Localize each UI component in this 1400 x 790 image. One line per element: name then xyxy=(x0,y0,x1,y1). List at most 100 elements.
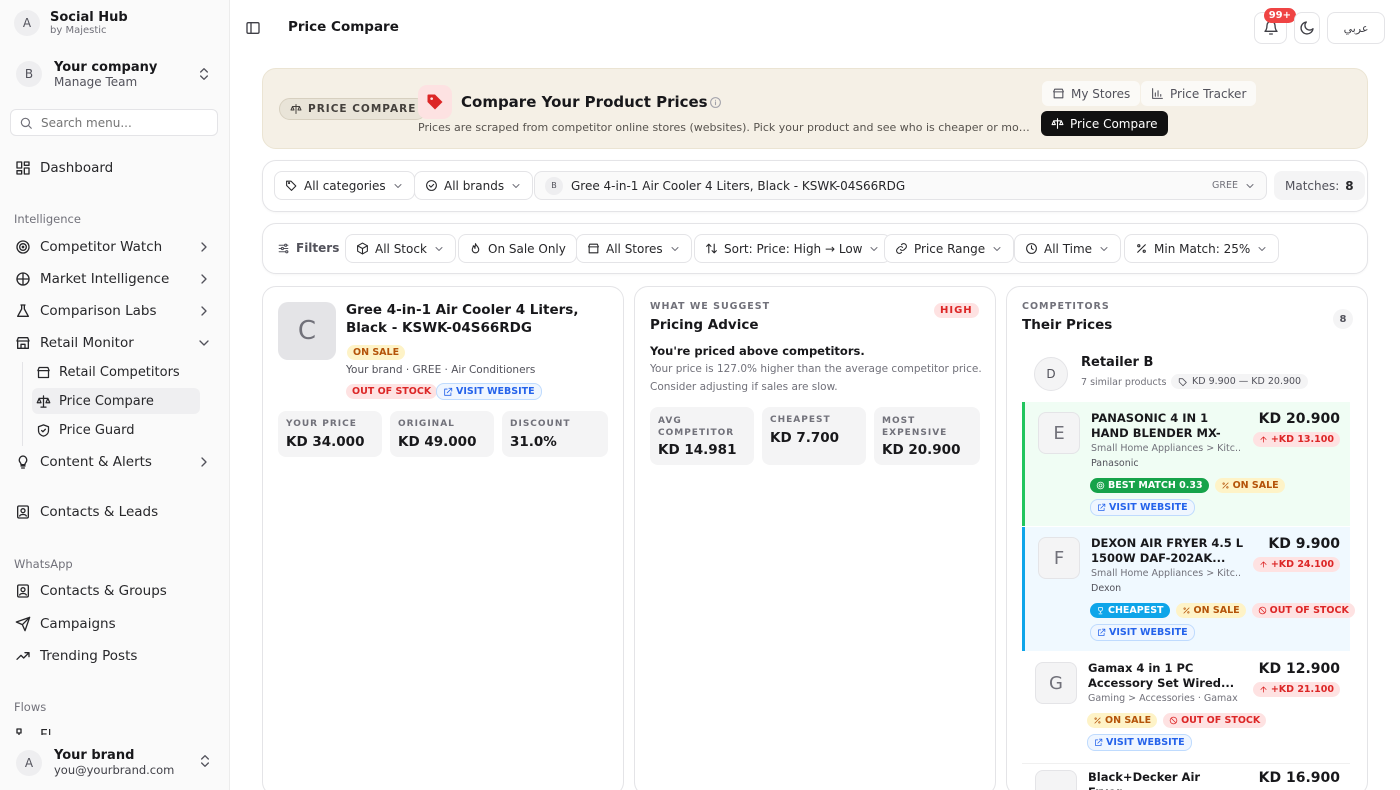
product-name: Gree 4-in-1 Air Cooler 4 Liters, Black -… xyxy=(346,302,579,336)
theme-toggle-button[interactable] xyxy=(1294,12,1320,44)
on-sale-toggle[interactable]: On Sale Only xyxy=(458,234,577,263)
category-select[interactable]: All categories xyxy=(274,171,415,200)
min-match-filter[interactable]: Min Match: 25% xyxy=(1124,234,1280,263)
matches-count: Matches: 8 xyxy=(1274,171,1365,200)
advice-text-1: Your price is 127.0% higher than the ave… xyxy=(650,363,982,375)
nav-market-intelligence[interactable]: Market Intelligence xyxy=(10,264,218,294)
product-avatar: B xyxy=(545,176,563,195)
visit-website-button[interactable]: VISIT WEBSITE xyxy=(436,383,542,400)
competitor-avatar: F xyxy=(1038,537,1080,579)
chevron-down-icon xyxy=(669,243,681,255)
nav-campaigns[interactable]: Campaigns xyxy=(10,609,218,639)
nav-label: Competitor Watch xyxy=(40,239,163,255)
nav-price-compare[interactable]: Price Compare xyxy=(32,388,200,414)
competitors-card: COMPETITORS Their Prices 8 D Retailer B … xyxy=(1006,286,1368,790)
retailer-avatar: D xyxy=(1034,357,1068,391)
chevrons-up-down-icon xyxy=(197,753,213,769)
filter-label: On Sale Only xyxy=(488,241,566,256)
send-icon xyxy=(15,616,31,632)
badge-label: ON SALE xyxy=(1193,605,1240,616)
on-sale-badge: ON SALE xyxy=(1214,478,1285,493)
competitor-item[interactable]: E PANASONIC 4 IN 1 HAND BLENDER MX-SS40B… xyxy=(1022,402,1350,526)
ban-icon xyxy=(1169,716,1178,725)
chevron-down-icon xyxy=(1244,180,1256,192)
sort-select[interactable]: Sort: Price: High → Low xyxy=(694,234,892,263)
visit-website-button[interactable]: VISIT WEBSITE xyxy=(1090,499,1195,516)
nav-competitor-watch[interactable]: Competitor Watch xyxy=(10,232,218,262)
nav-label: Contacts & Leads xyxy=(40,504,159,520)
product-select[interactable]: B Gree 4-in-1 Air Cooler 4 Liters, Black… xyxy=(534,171,1267,200)
info-icon[interactable] xyxy=(709,96,722,109)
retailer-similar-count: 7 similar products xyxy=(1081,377,1167,388)
visit-website-button[interactable]: VISIT WEBSITE xyxy=(1087,734,1192,751)
nav-trending-posts[interactable]: Trending Posts xyxy=(10,641,218,671)
advice-level-badge: HIGH xyxy=(934,303,979,318)
app-name: Social Hub xyxy=(50,10,128,25)
stat-value: 31.0% xyxy=(510,434,557,450)
cheapest-stat: CHEAPEST KD 7.700 xyxy=(762,407,866,465)
price-tracker-link[interactable]: Price Tracker xyxy=(1141,81,1257,106)
search-input[interactable] xyxy=(41,115,201,130)
user-menu[interactable]: A Your brand you@yourbrand.com xyxy=(0,735,229,790)
app-brand[interactable]: A Social Hub by Majestic xyxy=(14,10,128,36)
competitor-item[interactable]: G Gamax 4 in 1 PC Accessory Set Wired...… xyxy=(1022,652,1350,762)
retailer-name: Retailer B xyxy=(1081,355,1154,370)
on-sale-badge: ON SALE xyxy=(347,345,406,360)
stat-label: DISCOUNT xyxy=(510,419,571,429)
hero-subtitle: Prices are scraped from competitor onlin… xyxy=(418,121,1030,134)
language-toggle-button[interactable]: عربي xyxy=(1327,12,1385,44)
nav-label: Comparison Labs xyxy=(40,303,157,319)
stores-filter[interactable]: All Stores xyxy=(576,234,692,263)
most-expensive-stat: MOST EXPENSIVE KD 20.900 xyxy=(874,407,980,465)
brand-select[interactable]: All brands xyxy=(414,171,534,200)
competitor-tags: BEST MATCH 0.33 ON SALE xyxy=(1090,478,1285,493)
retailer-group-header[interactable]: D Retailer B 7 similar products KD 9.900… xyxy=(1022,345,1350,401)
competitor-tags: ON SALE OUT OF STOCK xyxy=(1087,713,1267,728)
competitors-eyebrow: COMPETITORS xyxy=(1022,301,1110,312)
nav-retail-competitors[interactable]: Retail Competitors xyxy=(32,359,200,385)
visit-website-button[interactable]: VISIT WEBSITE xyxy=(1090,624,1195,641)
price-range-filter[interactable]: Price Range xyxy=(884,234,1015,263)
out-of-stock-badge: OUT OF STOCK xyxy=(346,384,438,399)
stat-value: KD 14.981 xyxy=(658,442,737,458)
stock-filter[interactable]: All Stock xyxy=(345,234,456,263)
competitor-price: KD 12.900 xyxy=(1258,661,1340,677)
nav-comparison-labs[interactable]: Comparison Labs xyxy=(10,296,218,326)
nav-price-guard[interactable]: Price Guard xyxy=(32,417,200,443)
select-label: All categories xyxy=(304,178,386,193)
advice-headline: You're priced above competitors. xyxy=(650,344,865,358)
company-switcher[interactable]: B Your company Manage Team xyxy=(14,54,216,94)
scale-icon xyxy=(290,103,302,115)
competitor-category: Gaming > Accessories · Gamax xyxy=(1088,693,1238,704)
price-diff-badge: +KD 24.100 xyxy=(1252,557,1340,572)
user-name: Your brand xyxy=(54,748,135,763)
chevron-down-icon xyxy=(510,180,522,192)
competitor-item[interactable]: F DEXON AIR FRYER 4.5 L 1500W DAF-202AK.… xyxy=(1022,527,1355,651)
diff-label: +KD 13.100 xyxy=(1270,434,1334,445)
time-filter[interactable]: All Time xyxy=(1014,234,1122,263)
nav-contacts-groups[interactable]: Contacts & Groups xyxy=(10,576,218,606)
nav-contacts-leads[interactable]: Contacts & Leads xyxy=(10,497,218,527)
competitors-title: Their Prices xyxy=(1022,317,1113,333)
price-compare-link[interactable]: Price Compare xyxy=(1041,111,1168,136)
on-sale-badge: ON SALE xyxy=(1175,603,1246,618)
nav-retail-monitor[interactable]: Retail Monitor xyxy=(10,328,218,358)
chevron-down-icon xyxy=(392,180,404,192)
matches-value: 8 xyxy=(1345,178,1354,193)
filters-label: Filters xyxy=(296,241,340,255)
check-circle-icon xyxy=(425,179,438,192)
competitor-item[interactable]: Black+Decker Air Fryer... KD 16.900 xyxy=(1022,763,1350,790)
nav-content-alerts[interactable]: Content & Alerts xyxy=(10,447,218,477)
search-menu[interactable] xyxy=(10,109,218,136)
price-diff-badge: +KD 13.100 xyxy=(1252,432,1340,447)
notifications-button[interactable]: 99+ xyxy=(1254,8,1296,44)
trending-up-icon xyxy=(15,648,31,664)
sidebar-toggle-icon[interactable] xyxy=(245,20,261,36)
chevron-down-icon xyxy=(991,243,1003,255)
competitor-price: KD 20.900 xyxy=(1258,411,1340,427)
matches-label: Matches: xyxy=(1285,178,1340,193)
my-stores-link[interactable]: My Stores xyxy=(1042,81,1141,106)
competitor-category: Small Home Appliances > Kitc... xyxy=(1091,443,1241,454)
badge-label: BEST MATCH 0.33 xyxy=(1108,480,1203,491)
nav-dashboard[interactable]: Dashboard xyxy=(10,153,218,183)
